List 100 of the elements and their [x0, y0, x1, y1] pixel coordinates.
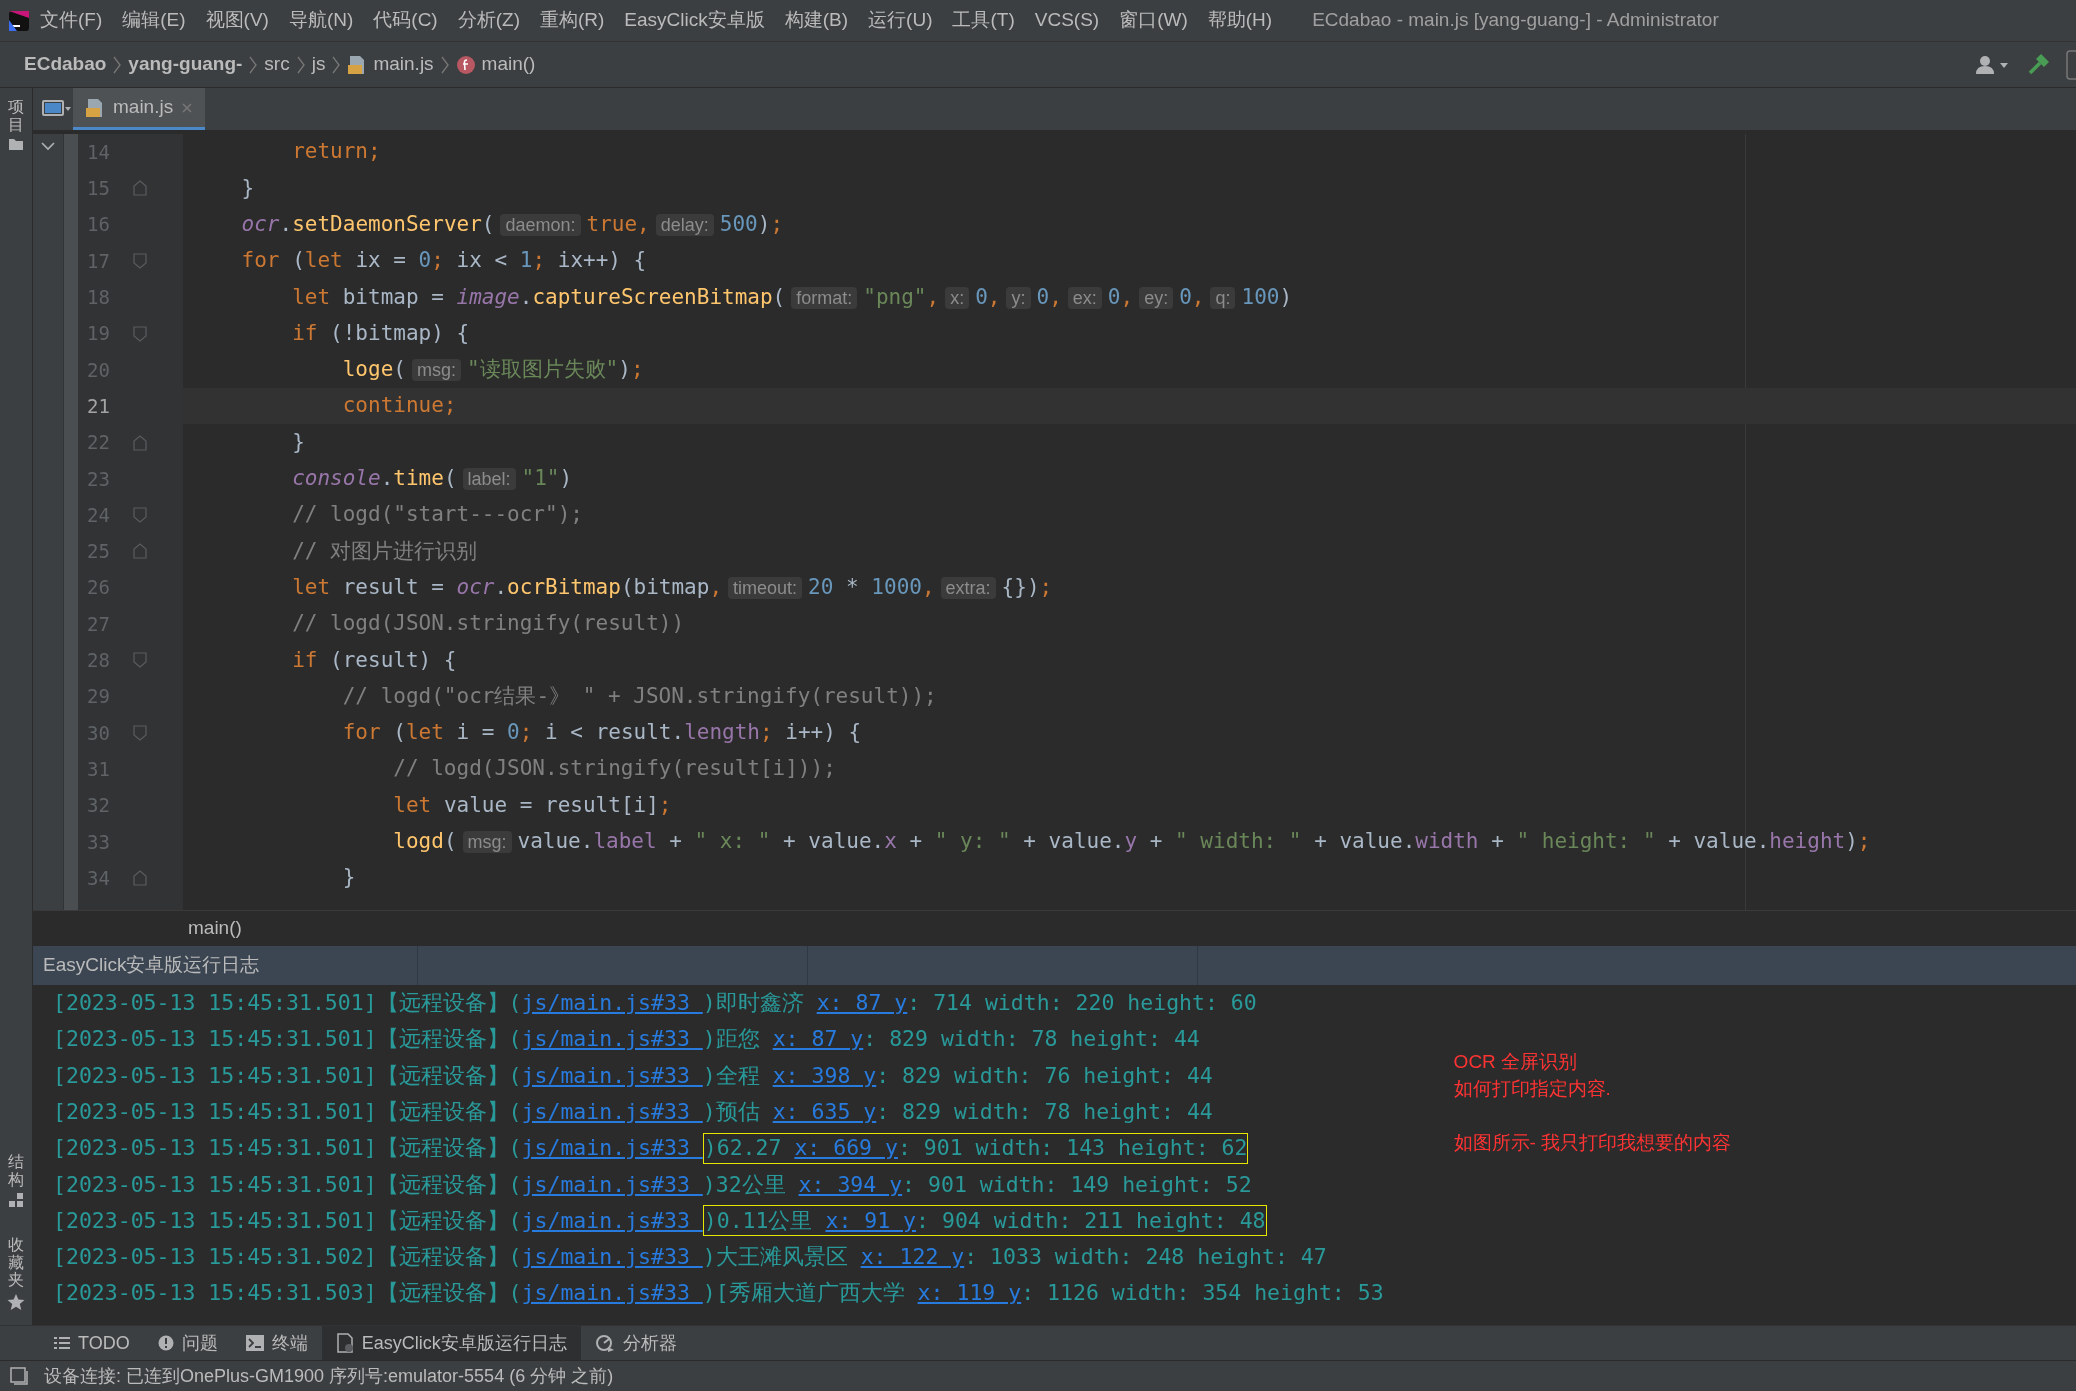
function-icon	[455, 54, 476, 75]
breadcrumb-item[interactable]: js	[307, 50, 330, 79]
source-link[interactable]: js/main.js#33	[521, 1277, 703, 1310]
code-line: let value = result[i];	[392, 791, 672, 819]
editor-tab[interactable]: main.js	[73, 88, 206, 130]
annotation-text: OCR 全屏识别	[1453, 1050, 1579, 1074]
side-tab[interactable]: 项目	[0, 96, 32, 154]
menu-item[interactable]: 重构(R)	[529, 4, 615, 37]
coordinates-link[interactable]: x: 119 y	[917, 1277, 1022, 1310]
tool-window-tab[interactable]: 终端	[231, 1326, 322, 1360]
breadcrumb-item[interactable]: yang-guang-	[124, 50, 247, 79]
side-tab[interactable]: 收藏夹	[0, 1234, 32, 1313]
fold-marker-icon	[133, 543, 147, 560]
menu-item[interactable]: 帮助(H)	[1197, 4, 1283, 37]
code-line: // logd(JSON.stringify(result[i]));	[392, 755, 836, 783]
code-line: }	[291, 428, 305, 456]
coordinates-link[interactable]: x: 91 y	[825, 1204, 917, 1238]
panel-toggle-icon	[10, 1367, 28, 1385]
structure-icon	[8, 1192, 24, 1209]
source-link[interactable]: js/main.js#33	[521, 1095, 703, 1129]
breadcrumb-item[interactable]: src	[260, 50, 294, 79]
log-text: [2023-05-13 15:45:31.501]【远程设备】(	[53, 1061, 522, 1090]
menu-item[interactable]: EasyClick安卓版	[614, 4, 775, 37]
menu-item[interactable]: 窗口(W)	[1109, 4, 1198, 37]
annotation-text: 如何打印指定内容.	[1453, 1076, 1612, 1101]
collapse-chevron-icon	[41, 142, 55, 151]
breadcrumb-item[interactable]: main()	[451, 50, 540, 79]
code-line: // logd(JSON.stringify(result))	[291, 610, 685, 638]
fold-marker-icon	[133, 434, 147, 451]
tool-window-tab[interactable]: 问题	[143, 1326, 232, 1360]
log-text: : 714 width: 220 height: 60	[907, 989, 1257, 1017]
log-text: [2023-05-13 15:45:31.501]【远程设备】(	[53, 1025, 522, 1054]
fold-marker-icon	[133, 507, 147, 524]
js-file-icon	[85, 97, 105, 118]
breadcrumb-item[interactable]: ECdabao	[20, 50, 111, 79]
source-link[interactable]: js/main.js#33	[521, 1059, 703, 1092]
function-breadcrumb[interactable]: main()	[188, 913, 242, 943]
code-line: }	[341, 864, 356, 892]
log-text: [2023-05-13 15:45:31.501]【远程设备】(	[53, 1134, 522, 1163]
menu-item[interactable]: 编辑(E)	[112, 4, 196, 37]
menu-item[interactable]: 代码(C)	[363, 4, 448, 37]
terminal-icon	[245, 1335, 264, 1351]
log-text: : 901 width: 149 height: 52	[902, 1170, 1252, 1199]
source-link[interactable]: js/main.js#33	[521, 1204, 703, 1238]
log-text: [2023-05-13 15:45:31.501]【远程设备】(	[53, 1170, 522, 1199]
code-line: console.time( label: "1")	[291, 465, 573, 493]
coordinates-link[interactable]: x: 87 y	[816, 987, 908, 1020]
status-text: 设备连接: 已连到OnePlus-GM1900 序列号:emulator-5554 (6 分钟 之前)	[44, 1364, 614, 1388]
coordinates-link[interactable]: x: 635 y	[772, 1095, 877, 1129]
fold-marker-icon	[133, 652, 147, 669]
coordinates-link[interactable]: x: 398 y	[772, 1059, 877, 1092]
coordinates-link[interactable]: x: 394 y	[798, 1168, 903, 1201]
menu-item[interactable]: 视图(V)	[195, 4, 279, 37]
log-text: : 829 width: 78 height: 44	[863, 1025, 1200, 1054]
menu-item[interactable]: 导航(N)	[278, 4, 364, 37]
tool-window-tab[interactable]: 分析器	[580, 1326, 691, 1360]
menu-item[interactable]: VCS(S)	[1024, 4, 1110, 37]
annotation-text: 如图所示- 我只打印我想要的内容	[1453, 1131, 1732, 1156]
fold-marker-icon	[133, 180, 147, 197]
list-icon	[54, 1336, 70, 1350]
source-link[interactable]: js/main.js#33	[521, 1241, 703, 1274]
code-line: // logd("ocr结果-》 " + JSON.stringify(result));	[341, 682, 937, 710]
fold-marker-icon	[133, 724, 147, 741]
menu-item[interactable]: 工具(T)	[942, 4, 1025, 37]
tool-window-tab[interactable]: TODO	[40, 1326, 144, 1360]
code-line: if (result) {	[291, 646, 457, 674]
log-text: : 1033 width: 248 height: 47	[964, 1243, 1327, 1272]
menu-item[interactable]: 分析(Z)	[447, 4, 530, 37]
code-line: return;	[291, 138, 381, 166]
code-line: }	[240, 174, 255, 202]
star-icon	[7, 1293, 25, 1311]
coordinates-link[interactable]: x: 122 y	[860, 1241, 965, 1274]
source-link[interactable]: js/main.js#33	[521, 1023, 703, 1056]
log-text: [2023-05-13 15:45:31.501]【远程设备】(	[53, 989, 522, 1017]
folder-icon	[8, 137, 24, 152]
log-text: : 901 width: 143 height: 62	[897, 1134, 1248, 1163]
code-line: if (!bitmap) {	[291, 319, 470, 347]
profiler-icon	[594, 1333, 615, 1353]
menu-item[interactable]: 运行(U)	[858, 4, 943, 37]
code-line: loge( msg: "读取图片失败");	[341, 356, 644, 384]
user-dropdown-icon	[1974, 53, 2010, 76]
tool-window-tab[interactable]: EasyClick安卓版运行日志	[321, 1326, 581, 1360]
panel-edge-icon	[2066, 49, 2076, 80]
menu-item[interactable]: 文件(F)	[30, 4, 113, 37]
coordinates-link[interactable]: x: 669 y	[794, 1132, 898, 1165]
code-line: let result = ocr.ocrBitmap(bitmap, timeout: 20 * 1000, extra: {});	[291, 573, 1053, 601]
menu-item[interactable]: 构建(B)	[774, 4, 859, 37]
source-link[interactable]: js/main.js#33	[521, 1132, 703, 1165]
log-text: [2023-05-13 15:45:31.501]【远程设备】(	[53, 1206, 522, 1235]
coordinates-link[interactable]: x: 87 y	[772, 1023, 864, 1056]
breadcrumb-item[interactable]: main.js	[343, 50, 438, 79]
source-link[interactable]: js/main.js#33	[521, 1168, 703, 1201]
log-text: : 1126 width: 354 height: 53	[1021, 1279, 1384, 1308]
source-link[interactable]: js/main.js#33	[521, 987, 703, 1020]
code-line: for (let i = 0; i < result.length; i++) {	[341, 719, 862, 747]
side-tab[interactable]: 结构	[0, 1151, 32, 1211]
code-line: continue;	[341, 392, 457, 420]
code-line: logd( msg: value.label + " x: " + value.x + " y: " + value.y + " width: " + value.width + " height: " + value.height);	[392, 828, 1871, 856]
close-icon	[181, 101, 194, 114]
code-line: let bitmap = image.captureScreenBitmap( format: "png", x: 0, y: 0, ex: 0, ey: 0, q: 100)	[291, 283, 1293, 311]
